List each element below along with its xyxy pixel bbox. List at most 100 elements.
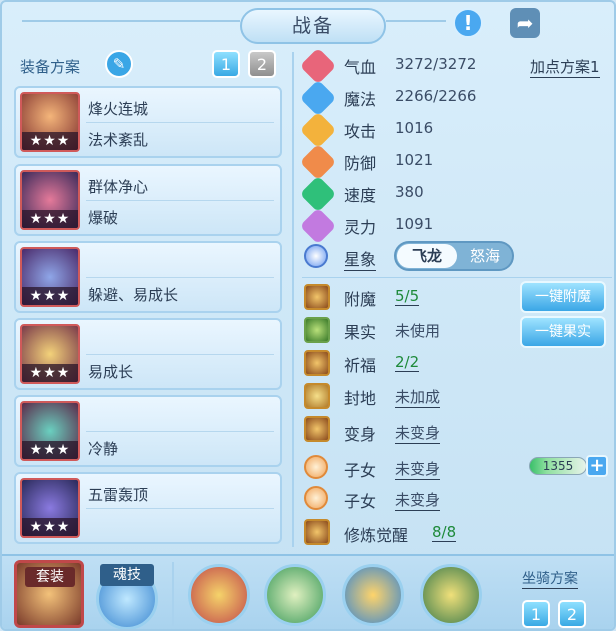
cultivation-icon: [304, 519, 330, 545]
buff-label-child-2: 子女: [344, 492, 377, 511]
boots-icon: ★★★: [20, 478, 80, 538]
fruit-icon: [304, 317, 330, 343]
equip-effect-1: 群体净心: [88, 178, 149, 196]
equip-slot-belt[interactable]: ★★★ 冷静: [14, 395, 282, 467]
xingxiang-label[interactable]: 星象: [344, 246, 377, 271]
mount-plan-button-2[interactable]: 2: [558, 600, 586, 628]
buff-value-fief: 未加成: [395, 388, 441, 408]
edit-pencil-icon[interactable]: ✎: [105, 50, 133, 78]
divider: [86, 277, 274, 278]
stat-label-mp: 魔法: [344, 90, 377, 109]
necklace-icon: ★★★: [20, 324, 80, 384]
suit-label: 套装: [25, 567, 75, 587]
mount-plan-label: 坐骑方案: [522, 568, 578, 589]
stat-label-defense: 防御: [344, 154, 377, 173]
xingxiang-toggle: 飞龙 怒海: [394, 241, 514, 271]
battle-prep-window: 战备 ! ➦ 装备方案 ✎ 1 2 ★★★ 烽火连城 法术紊乱 ★★★ 群体净心…: [0, 0, 616, 631]
stat-value-mp: 2266/2266: [395, 87, 477, 105]
transform-icon: [304, 416, 330, 442]
buff-value-child-2: 未变身: [395, 491, 441, 511]
blessing-icon: [304, 350, 330, 376]
weapon-icon: ★★★: [20, 92, 80, 152]
one-click-fruit-button[interactable]: 一键果实: [520, 316, 606, 348]
spirit-icon: [299, 207, 337, 245]
divider: [86, 431, 274, 432]
buff-label-blessing: 祈福: [344, 356, 377, 375]
skill-1-icon[interactable]: [188, 564, 250, 626]
stat-value-hp: 3272/3272: [395, 55, 477, 73]
buff-label-transform: 变身: [344, 425, 377, 444]
buff-value-blessing: 2/2: [395, 353, 420, 372]
equip-plan-button-2[interactable]: 2: [248, 50, 276, 78]
stat-value-spirit: 1091: [395, 215, 434, 233]
equip-plan-button-1[interactable]: 1: [212, 50, 240, 78]
equip-plan-label: 装备方案: [20, 58, 81, 76]
stat-value-speed: 380: [395, 183, 424, 201]
buff-value-cultivation: 8/8: [432, 523, 457, 542]
heart-icon: [299, 47, 337, 85]
sword-icon: [299, 111, 337, 149]
point-plan-link[interactable]: 加点方案1: [530, 56, 600, 78]
divider: [86, 508, 274, 509]
buff-label-fief: 封地: [344, 389, 377, 408]
xingxiang-option-nuhai[interactable]: 怒海: [458, 244, 512, 268]
window-title: 战备: [240, 8, 386, 44]
equip-effect-1: 烽火连城: [88, 100, 149, 118]
stat-value-defense: 1021: [395, 151, 434, 169]
speed-icon: [299, 175, 337, 213]
divider: [86, 200, 274, 201]
belt-icon: ★★★: [20, 401, 80, 461]
buff-label-enchant: 附魔: [344, 290, 377, 309]
mount-plan-button-1[interactable]: 1: [522, 600, 550, 628]
skill-4-icon[interactable]: [420, 564, 482, 626]
buff-value-fruit: 未使用: [395, 322, 441, 340]
child-icon: [304, 455, 328, 479]
stat-label-spirit: 灵力: [344, 218, 377, 237]
stat-label-speed: 速度: [344, 186, 377, 205]
equip-slot-armor[interactable]: ★★★ 躲避、易成长: [14, 241, 282, 313]
stat-label-hp: 气血: [344, 58, 377, 77]
one-click-enchant-button[interactable]: 一键附魔: [520, 281, 606, 313]
skill-2-icon[interactable]: [264, 564, 326, 626]
equip-slot-necklace[interactable]: ★★★ 易成长: [14, 318, 282, 390]
helmet-icon: ★★★: [20, 170, 80, 230]
shield-icon: [299, 143, 337, 181]
buff-label-child-1: 子女: [344, 461, 377, 480]
skill-3-icon[interactable]: [342, 564, 404, 626]
buff-value-enchant: 5/5: [395, 287, 420, 306]
panel-divider: [292, 52, 294, 547]
equip-effect-2: 躲避、易成长: [88, 286, 179, 304]
equip-slot-boots[interactable]: ★★★ 五雷轰顶: [14, 472, 282, 544]
title-right-ornament: [386, 20, 446, 22]
star-sign-icon: [304, 244, 328, 268]
equip-effect-2: 易成长: [88, 363, 134, 381]
info-icon[interactable]: !: [453, 8, 483, 38]
buff-value-child-1: 未变身: [395, 460, 441, 480]
stat-label-attack: 攻击: [344, 122, 377, 141]
bar-divider: [172, 562, 174, 626]
equip-effect-2: 爆破: [88, 209, 119, 227]
share-icon[interactable]: ➦: [510, 8, 540, 38]
divider: [302, 277, 612, 278]
child-exp-bar: 1355: [529, 457, 587, 475]
title-left-ornament: [22, 20, 240, 22]
equip-slot-weapon[interactable]: ★★★ 烽火连城 法术紊乱: [14, 86, 282, 158]
stat-value-attack: 1016: [395, 119, 434, 137]
fief-icon: [304, 383, 330, 409]
divider: [86, 354, 274, 355]
enchant-icon: [304, 284, 330, 310]
add-plus-button[interactable]: +: [586, 455, 608, 477]
divider: [86, 122, 274, 123]
equip-slot-helmet[interactable]: ★★★ 群体净心 爆破: [14, 164, 282, 236]
buff-label-cultivation: 修炼觉醒: [344, 526, 409, 545]
equip-effect-2: 冷静: [88, 440, 119, 458]
equip-effect-2: 法术紊乱: [88, 131, 149, 149]
mana-icon: [299, 79, 337, 117]
xingxiang-option-feilong[interactable]: 飞龙: [397, 244, 457, 268]
buff-value-transform: 未变身: [395, 424, 441, 444]
armor-icon: ★★★: [20, 247, 80, 307]
buff-label-fruit: 果实: [344, 323, 377, 342]
equip-effect-1: 五雷轰顶: [88, 486, 149, 504]
suit-set-button[interactable]: 套装: [14, 560, 84, 628]
soul-skill-label: 魂技: [100, 564, 154, 586]
